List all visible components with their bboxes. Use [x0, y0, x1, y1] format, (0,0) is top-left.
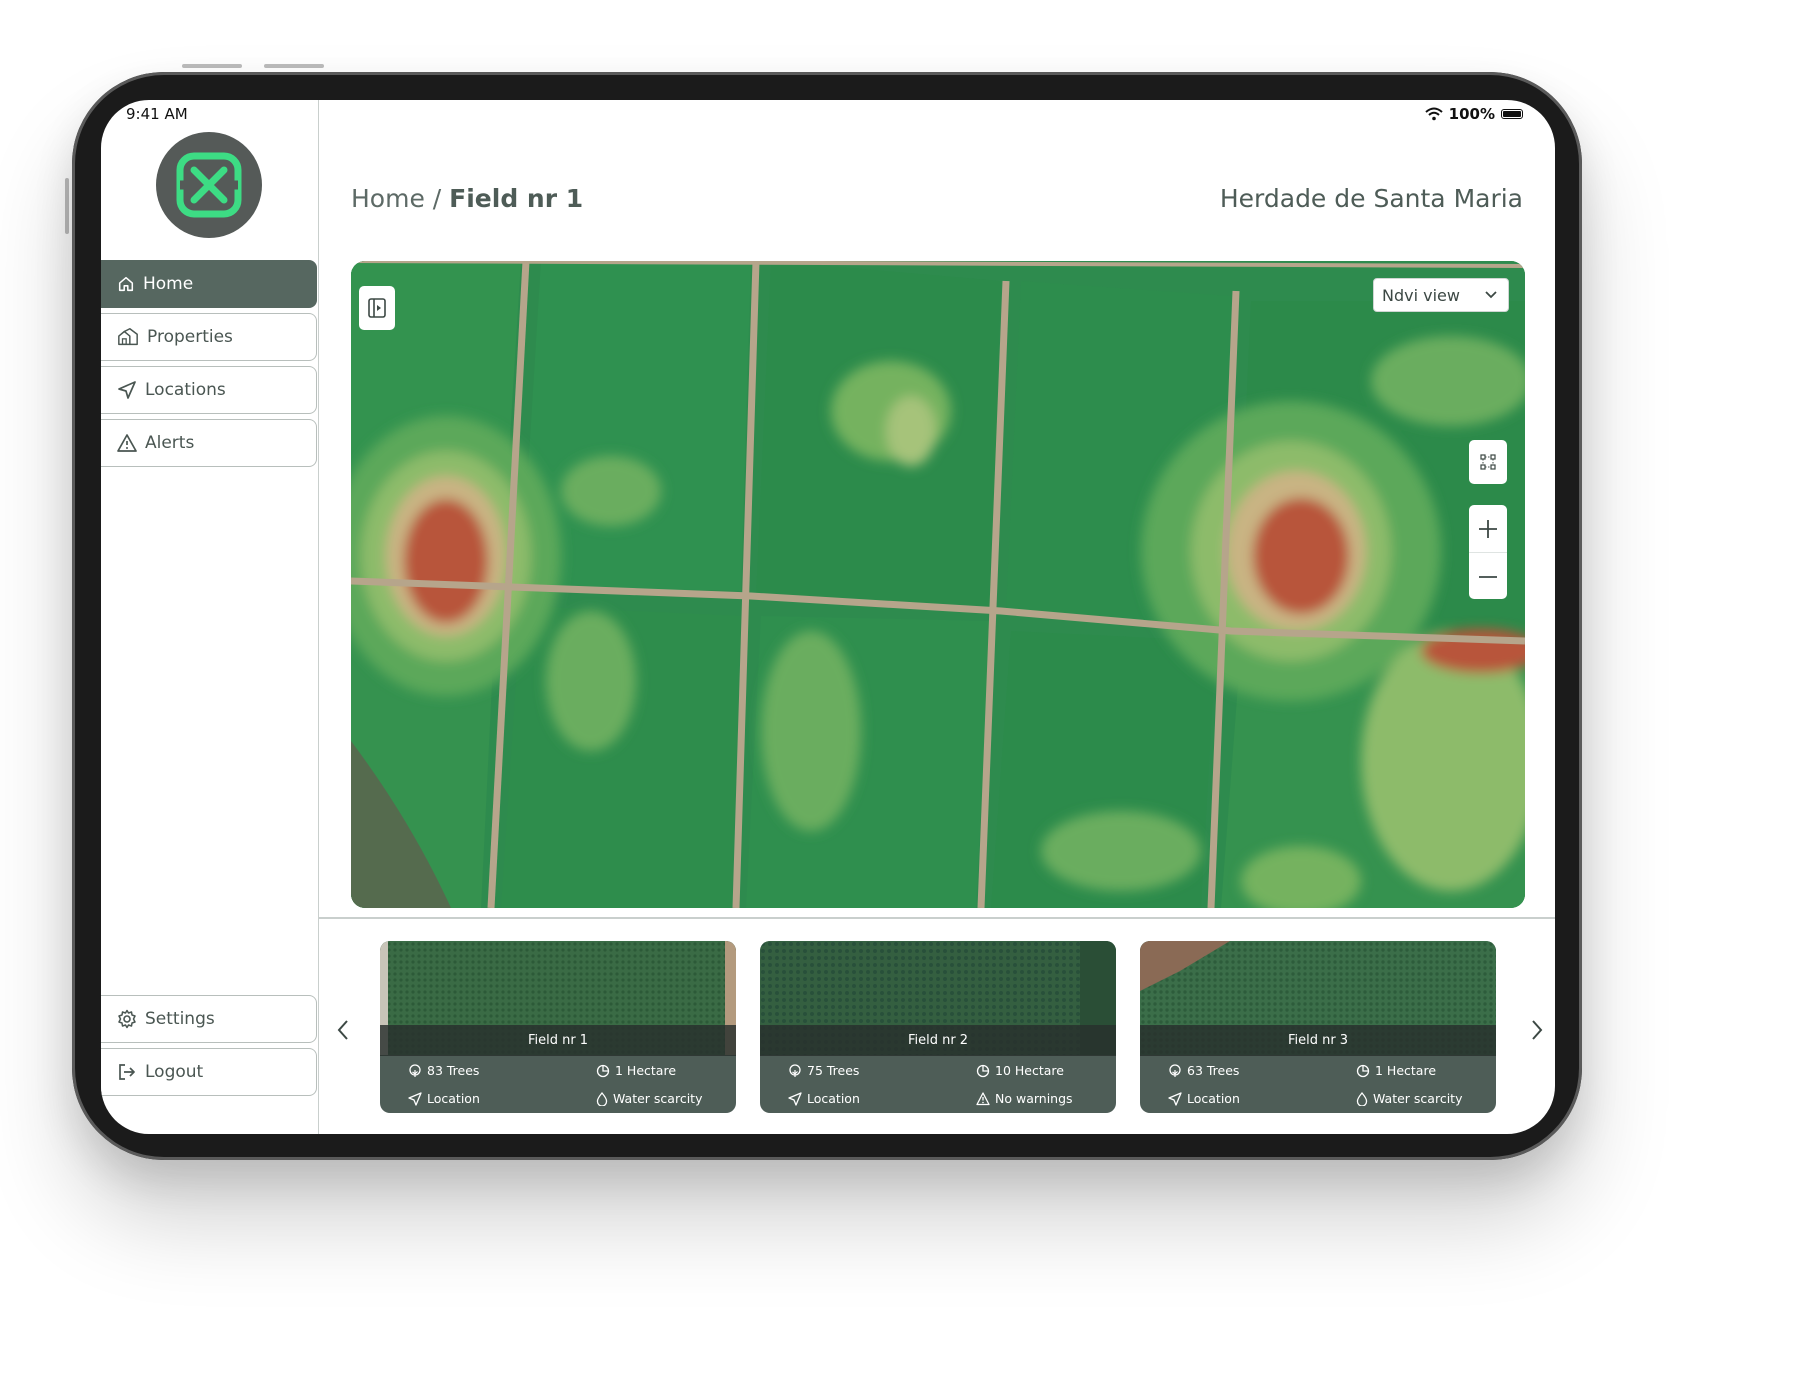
sidebar-item-settings[interactable]: Settings [101, 995, 317, 1043]
property-name: Herdade de Santa Maria [1219, 184, 1523, 213]
field-card-row: Location Water scarcity [1168, 1091, 1468, 1106]
field-card-row: Location No warnings [788, 1091, 1088, 1106]
chevron-down-icon [1485, 291, 1497, 299]
field-trees: 75 Trees [788, 1063, 859, 1078]
location-arrow-icon [408, 1091, 422, 1106]
sidebar-item-label: Settings [145, 1009, 215, 1029]
sidebar-item-label: Alerts [145, 433, 195, 453]
map-view-select-value: Ndvi view [1382, 285, 1460, 305]
field-card[interactable]: Field nr 1 83 Trees 1 Hectare Location W… [380, 941, 736, 1113]
field-location[interactable]: Location [408, 1091, 480, 1106]
field-status: No warnings [976, 1091, 1088, 1106]
sidebar-item-label: Locations [145, 380, 226, 400]
drop-icon [1356, 1091, 1368, 1106]
field-location[interactable]: Location [788, 1091, 860, 1106]
location-arrow-icon [1168, 1091, 1182, 1106]
tablet-side-button [65, 178, 69, 234]
app-logo[interactable] [156, 132, 262, 238]
battery-icon [1501, 109, 1523, 119]
zoom-controls [1469, 505, 1507, 599]
field-status: Water scarcity [596, 1091, 708, 1106]
gear-icon [118, 1009, 136, 1029]
sidebar-item-alerts[interactable]: Alerts [101, 419, 317, 467]
field-location[interactable]: Location [1168, 1091, 1240, 1106]
field-card[interactable]: Field nr 2 75 Trees 10 Hectare Location … [760, 941, 1116, 1113]
sidebar-item-home[interactable]: Home [101, 260, 317, 308]
screen: 9:41 AM 100% Home Properties Locations A… [101, 100, 1555, 1134]
home-icon [118, 276, 134, 292]
location-arrow-icon [118, 381, 136, 399]
breadcrumb: Home / Field nr 1 [351, 184, 583, 213]
field-card-title: Field nr 2 [760, 1025, 1116, 1056]
zoom-out-button[interactable] [1469, 553, 1507, 600]
sidebar-item-label: Properties [147, 327, 233, 347]
field-card[interactable]: Field nr 3 63 Trees 1 Hectare Location W… [1140, 941, 1496, 1113]
tree-icon [409, 1063, 421, 1077]
panel-toggle-button[interactable] [359, 286, 395, 330]
sidebar-toggle-icon [368, 298, 386, 318]
field-card-row: 63 Trees 1 Hectare [1168, 1063, 1468, 1078]
logo-icon [176, 152, 242, 218]
area-pie-icon [1356, 1064, 1370, 1077]
tablet-top-button [182, 64, 242, 68]
tree-icon [1169, 1063, 1181, 1077]
drop-icon [596, 1091, 608, 1106]
status-right: 100% [1424, 105, 1523, 123]
chevron-right-icon [1532, 1020, 1543, 1040]
field-area: 1 Hectare [596, 1063, 708, 1078]
breadcrumb-current: Field nr 1 [449, 184, 584, 213]
fit-bounds-button[interactable] [1469, 440, 1507, 484]
sidebar: Home Properties Locations Alerts Setting… [101, 100, 319, 1134]
tablet-top-button [264, 64, 324, 68]
section-divider [318, 917, 1555, 919]
field-card-row: 75 Trees 10 Hectare [788, 1063, 1088, 1078]
minus-icon [1479, 575, 1497, 578]
location-arrow-icon [788, 1091, 802, 1106]
alert-triangle-icon [117, 434, 137, 452]
properties-icon [118, 328, 138, 346]
field-card-title: Field nr 3 [1140, 1025, 1496, 1056]
field-card-row: 83 Trees 1 Hectare [408, 1063, 708, 1078]
field-area: 10 Hectare [976, 1063, 1088, 1078]
field-card-row: Location Water scarcity [408, 1091, 708, 1106]
field-trees: 63 Trees [1168, 1063, 1239, 1078]
carousel-next-button[interactable] [1525, 1015, 1549, 1045]
zoom-in-button[interactable] [1469, 505, 1507, 553]
fit-bounds-icon [1480, 454, 1496, 470]
sidebar-item-label: Home [143, 274, 194, 294]
field-area: 1 Hectare [1356, 1063, 1468, 1078]
field-status: Water scarcity [1356, 1091, 1468, 1106]
logout-icon [119, 1064, 135, 1080]
area-pie-icon [976, 1064, 990, 1077]
sidebar-item-logout[interactable]: Logout [101, 1048, 317, 1096]
map-view-select[interactable]: Ndvi view [1373, 278, 1509, 312]
status-bar: 9:41 AM 100% [101, 100, 1555, 132]
plus-icon [1479, 519, 1497, 538]
wifi-icon [1424, 107, 1443, 121]
chevron-left-icon [337, 1020, 348, 1040]
tablet-frame: 9:41 AM 100% Home Properties Locations A… [72, 72, 1582, 1160]
breadcrumb-separator: / [424, 184, 450, 213]
alert-triangle-icon [976, 1091, 990, 1105]
ndvi-map[interactable]: Ndvi view [351, 261, 1525, 908]
field-card-title: Field nr 1 [380, 1025, 736, 1056]
sidebar-item-locations[interactable]: Locations [101, 366, 317, 414]
tree-icon [789, 1063, 801, 1077]
area-pie-icon [596, 1064, 610, 1077]
map-image [351, 261, 1525, 908]
breadcrumb-home[interactable]: Home [351, 184, 425, 213]
carousel-prev-button[interactable] [331, 1015, 355, 1045]
sidebar-item-label: Logout [145, 1062, 204, 1082]
battery-percent: 100% [1448, 105, 1495, 123]
field-trees: 83 Trees [408, 1063, 479, 1078]
sidebar-item-properties[interactable]: Properties [101, 313, 317, 361]
